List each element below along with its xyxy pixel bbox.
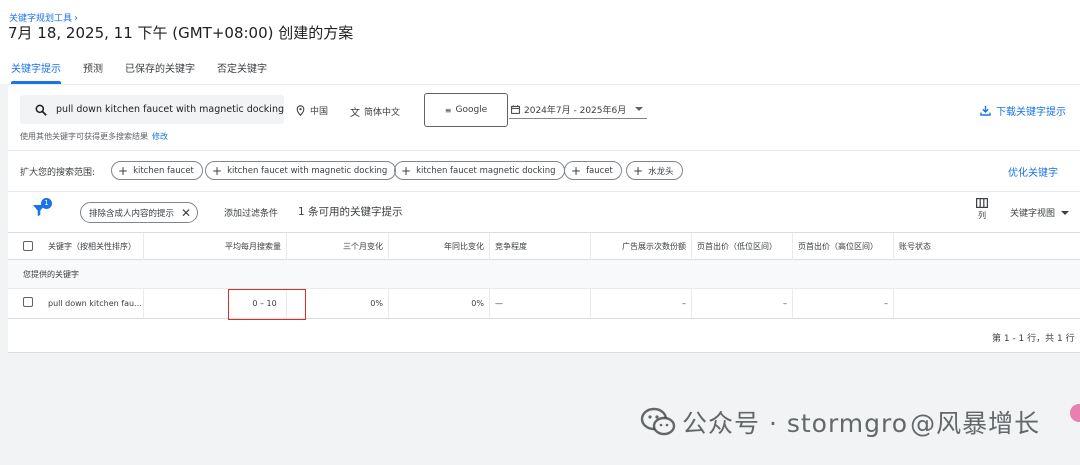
col-header-account-status[interactable]: 账号状态	[894, 233, 1014, 260]
calendar-icon	[511, 105, 520, 114]
checkbox-box[interactable]	[23, 297, 33, 307]
cell-account-status	[894, 289, 1014, 318]
plus-icon: +	[212, 163, 223, 178]
filter-bar: 1 排除含成人内容的提示 ✕ 添加过滤条件 1 条可用的关键字提示 列 关键字视图	[8, 192, 1080, 232]
filter-count-badge: 1	[41, 198, 52, 209]
chip-label: kitchen faucet magnetic docking	[416, 165, 556, 176]
translate-icon: 文	[350, 108, 360, 119]
table-header: 关键字（按相关性排序） 平均每月搜索量 三个月变化 年同比变化 竞争程度 广告展…	[8, 232, 1080, 260]
plus-icon: +	[118, 163, 129, 178]
col-header-competition[interactable]: 竞争程度	[490, 233, 591, 260]
chip-label: 水龙头	[648, 166, 674, 177]
broaden-search-bar: 扩大您的搜索范围: + kitchen faucet + kitchen fauce…	[8, 150, 1080, 192]
checkbox-box[interactable]	[23, 241, 33, 251]
plus-icon: +	[633, 163, 644, 178]
keyword-view-label: 关键字视图	[1010, 209, 1056, 219]
chip-label: faucet	[586, 165, 613, 176]
date-range-value: 2024年7月 - 2025年6月	[524, 106, 627, 116]
row-checkbox[interactable]	[23, 297, 33, 307]
page-title: 7月 18, 2025, 11 下午 (GMT+08:00) 创建的方案	[8, 24, 354, 42]
broaden-chip[interactable]: + faucet	[564, 161, 622, 180]
location-value: 中国	[310, 107, 329, 117]
keyword-search-input[interactable]: pull down kitchen faucet with magnetic d…	[20, 95, 284, 124]
chip-label: kitchen faucet	[133, 165, 194, 176]
watermark: 公众号 · stormgro @风暴增长	[640, 404, 1040, 440]
highlight-box	[228, 289, 306, 320]
download-keyword-ideas-button[interactable]: 下载关键字提示	[980, 103, 1066, 118]
broaden-chip[interactable]: + kitchen faucet magnetic docking	[394, 161, 565, 180]
provided-keywords-section: 您提供的关键字	[8, 260, 1080, 289]
broaden-chip[interactable]: + 水龙头	[626, 161, 683, 180]
broaden-chip[interactable]: + kitchen faucet	[111, 161, 203, 180]
keyword-view-selector[interactable]: 关键字视图	[1010, 206, 1070, 219]
cell-keyword[interactable]: pull down kitchen fau...	[43, 289, 144, 318]
location-pin-icon	[296, 105, 305, 116]
result-count: 1 条可用的关键字提示	[298, 206, 403, 218]
tab-bar: 关键字提示 预测 已保存的关键字 否定关键字	[0, 56, 278, 84]
chip-label: kitchen faucet with magnetic docking	[227, 165, 388, 176]
close-icon[interactable]: ✕	[181, 207, 191, 219]
cell-competition: —	[490, 289, 591, 318]
chevron-down-icon	[1061, 210, 1070, 215]
plan-header: 关键字规划工具 › 7月 18, 2025, 11 下午 (GMT+08:00) …	[0, 0, 1080, 84]
search-panel: pull down kitchen faucet with magnetic d…	[8, 84, 1080, 150]
tab-saved-keywords[interactable]: 已保存的关键字	[114, 56, 206, 84]
col-header-avg-monthly[interactable]: 平均每月搜索量	[144, 233, 287, 260]
date-range-selector[interactable]: 2024年7月 - 2025年6月	[509, 101, 647, 119]
location-selector[interactable]: 中国	[296, 104, 328, 117]
corner-badge-icon	[1070, 404, 1080, 422]
tab-forecast[interactable]: 预测	[72, 56, 114, 84]
download-label: 下载关键字提示	[996, 107, 1066, 118]
wechat-icon	[640, 407, 676, 436]
columns-label: 列	[978, 211, 986, 220]
plus-icon: +	[401, 163, 412, 178]
search-query-text[interactable]: pull down kitchen faucet with magnetic d…	[56, 104, 284, 115]
col-header-bid-low[interactable]: 页首出价（低位区间）	[692, 233, 793, 260]
search-network-selector[interactable]: ≡ Google	[424, 93, 508, 127]
hint-text: 使用其他关键字可获得更多搜索结果	[20, 132, 148, 141]
add-filter-button[interactable]: 添加过滤条件	[224, 206, 278, 219]
col-header-bid-high[interactable]: 页首出价（高位区间）	[793, 233, 894, 260]
cell-impression-share: –	[591, 289, 692, 318]
search-hint: 使用其他关键字可获得更多搜索结果 修改	[20, 131, 168, 142]
table-row: pull down kitchen fau... 0 – 10 0% 0% — …	[8, 289, 1080, 319]
language-value: 简体中文	[364, 108, 401, 118]
refine-keywords-button[interactable]: 优化关键字	[1008, 164, 1058, 179]
col-header-three-month[interactable]: 三个月变化	[287, 233, 389, 260]
cell-bid-high: –	[793, 289, 894, 318]
col-header-yoy[interactable]: 年同比变化	[389, 233, 490, 260]
keyword-ideas-table: 1 排除含成人内容的提示 ✕ 添加过滤条件 1 条可用的关键字提示 列 关键字视图…	[8, 192, 1080, 353]
chevron-down-icon	[635, 107, 643, 111]
col-header-impression-share[interactable]: 广告展示次数份额	[591, 233, 692, 260]
language-selector[interactable]: 文 简体中文	[350, 104, 400, 119]
watermark-handle: @风暴增长	[910, 409, 1041, 438]
broaden-chip[interactable]: + kitchen faucet with magnetic docking	[205, 161, 397, 180]
columns-button[interactable]: 列	[974, 198, 990, 221]
cell-bid-low: –	[692, 289, 793, 318]
tab-keyword-ideas[interactable]: 关键字提示	[0, 56, 72, 84]
col-header-keyword[interactable]: 关键字（按相关性排序）	[43, 233, 144, 260]
active-filter-label: 排除含成人内容的提示	[89, 208, 175, 219]
select-all-checkbox[interactable]	[23, 241, 33, 251]
broaden-label: 扩大您的搜索范围:	[20, 168, 96, 178]
modify-link[interactable]: 修改	[152, 132, 168, 141]
cell-yoy: 0%	[389, 289, 490, 318]
search-network-icon: ≡	[444, 105, 452, 115]
section-label: 您提供的关键字	[23, 270, 79, 279]
tab-negative-keywords[interactable]: 否定关键字	[206, 56, 278, 84]
pagination-status: 第 1 - 1 行，共 1 行	[992, 334, 1075, 344]
active-filter-chip[interactable]: 排除含成人内容的提示 ✕	[80, 202, 199, 223]
plus-icon: +	[571, 163, 582, 178]
download-icon	[980, 105, 991, 116]
search-icon	[35, 104, 47, 116]
columns-icon	[976, 198, 988, 208]
search-network-value: Google	[455, 105, 488, 115]
watermark-text: 公众号 · stormgro	[682, 409, 909, 438]
